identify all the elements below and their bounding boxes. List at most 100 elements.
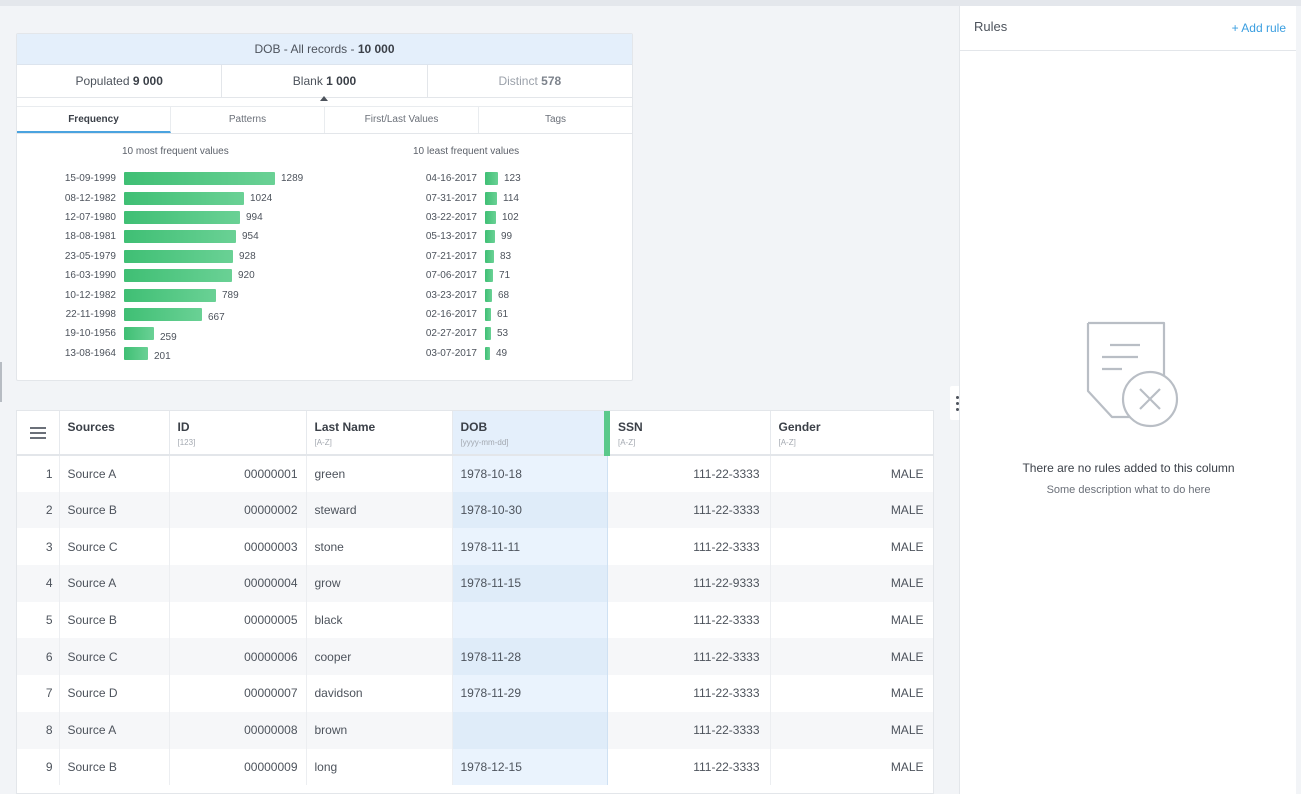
cell-source[interactable]: Source B [59, 601, 170, 639]
frequency-row[interactable]: 03-07-2017 49 [379, 344, 629, 363]
frequency-row[interactable]: 04-16-2017 123 [379, 169, 629, 188]
frequency-row[interactable]: 08-12-1982 1024 [17, 188, 317, 207]
row-number[interactable]: 4 [17, 565, 60, 602]
cell-last-name[interactable]: long [306, 748, 453, 786]
frequency-row[interactable]: 23-05-1979 928 [17, 247, 317, 266]
table-row[interactable]: 3 Source C 00000003 stone 1978-11-11 111-22-3… [17, 528, 933, 566]
frequency-row[interactable]: 22-11-1998 667 [17, 305, 317, 324]
cell-gender[interactable]: MALE [770, 638, 933, 676]
cell-dob[interactable]: 1978-11-11 [452, 528, 608, 566]
cell-source[interactable]: Source C [59, 528, 170, 566]
frequency-row[interactable]: 03-23-2017 68 [379, 285, 629, 304]
cell-last-name[interactable]: black [306, 601, 453, 639]
cell-id[interactable]: 00000004 [169, 565, 307, 602]
cell-gender[interactable]: MALE [770, 711, 933, 749]
cell-dob[interactable]: 1978-11-29 [452, 675, 608, 712]
cell-ssn[interactable]: 111-22-3333 [607, 748, 771, 786]
frequency-row[interactable]: 05-13-2017 99 [379, 227, 629, 246]
cell-gender[interactable]: MALE [770, 565, 933, 602]
cell-source[interactable]: Source B [59, 491, 170, 529]
cell-ssn[interactable]: 111-22-9333 [607, 565, 771, 602]
table-row[interactable]: 7 Source D 00000007 davidson 1978-11-29 111-2… [17, 675, 933, 712]
table-row[interactable]: 1 Source A 00000001 green 1978-10-18 111-22-3… [17, 455, 933, 492]
tab-frequency[interactable]: Frequency [17, 107, 171, 133]
table-row[interactable]: 5 Source B 00000005 black 111-22-3333 MALE [17, 601, 933, 639]
cell-id[interactable]: 00000007 [169, 675, 307, 712]
cell-source[interactable]: Source C [59, 638, 170, 676]
cell-id[interactable]: 00000001 [169, 455, 307, 492]
stat-blank[interactable]: Blank 1 000 [222, 65, 428, 101]
row-number[interactable]: 1 [17, 455, 60, 492]
row-number[interactable]: 3 [17, 528, 60, 566]
cell-ssn[interactable]: 111-22-3333 [607, 675, 771, 712]
cell-last-name[interactable]: stone [306, 528, 453, 566]
cell-gender[interactable]: MALE [770, 675, 933, 712]
frequency-row[interactable]: 07-06-2017 71 [379, 266, 629, 285]
frequency-row[interactable]: 12-07-1980 994 [17, 208, 317, 227]
cell-id[interactable]: 00000006 [169, 638, 307, 676]
cell-last-name[interactable]: davidson [306, 675, 453, 712]
tab-tags[interactable]: Tags [479, 107, 632, 133]
frequency-row[interactable]: 07-31-2017 114 [379, 188, 629, 207]
cell-source[interactable]: Source A [59, 455, 170, 492]
cell-source[interactable]: Source A [59, 711, 170, 749]
column-header-sources[interactable]: Sources [59, 411, 170, 456]
frequency-row[interactable]: 02-27-2017 53 [379, 324, 629, 343]
cell-ssn[interactable]: 111-22-3333 [607, 528, 771, 566]
column-header-dob[interactable]: DOB [yyyy-mm-dd] [452, 411, 608, 456]
row-number[interactable]: 8 [17, 711, 60, 749]
column-header-id[interactable]: ID [123] [169, 411, 307, 456]
cell-gender[interactable]: MALE [770, 748, 933, 786]
cell-dob[interactable]: 1978-10-18 [452, 455, 608, 492]
add-rule-button[interactable]: + Add rule [1232, 21, 1286, 50]
cell-gender[interactable]: MALE [770, 601, 933, 639]
row-number[interactable]: 9 [17, 748, 60, 786]
cell-gender[interactable]: MALE [770, 528, 933, 566]
tab-patterns[interactable]: Patterns [171, 107, 325, 133]
cell-id[interactable]: 00000008 [169, 711, 307, 749]
table-menu-button[interactable] [17, 411, 60, 456]
row-number[interactable]: 5 [17, 601, 60, 639]
stat-distinct[interactable]: Distinct 578 [428, 65, 632, 97]
cell-dob[interactable] [452, 711, 608, 749]
frequency-row[interactable]: 16-03-1990 920 [17, 266, 317, 285]
cell-gender[interactable]: MALE [770, 455, 933, 492]
cell-last-name[interactable]: green [306, 455, 453, 492]
row-number[interactable]: 6 [17, 638, 60, 676]
cell-ssn[interactable]: 111-22-3333 [607, 638, 771, 676]
cell-id[interactable]: 00000002 [169, 491, 307, 529]
frequency-row[interactable]: 07-21-2017 83 [379, 247, 629, 266]
left-edge-handle[interactable] [0, 362, 2, 402]
cell-ssn[interactable]: 111-22-3333 [607, 455, 771, 492]
tab-first-last-values[interactable]: First/Last Values [325, 107, 479, 133]
frequency-row[interactable]: 19-10-1956 259 [17, 324, 317, 343]
column-header-ssn[interactable]: SSN [A-Z] [604, 411, 771, 456]
cell-last-name[interactable]: grow [306, 565, 453, 602]
cell-dob[interactable]: 1978-10-30 [452, 491, 608, 529]
cell-ssn[interactable]: 111-22-3333 [607, 601, 771, 639]
column-header-gender[interactable]: Gender [A-Z] [770, 411, 933, 456]
frequency-row[interactable]: 15-09-1999 1289 [17, 169, 317, 188]
cell-last-name[interactable]: steward [306, 491, 453, 529]
cell-source[interactable]: Source B [59, 748, 170, 786]
cell-dob[interactable] [452, 601, 608, 639]
cell-last-name[interactable]: brown [306, 711, 453, 749]
cell-dob[interactable]: 1978-11-28 [452, 638, 608, 676]
stat-populated[interactable]: Populated 9 000 [17, 65, 223, 97]
table-row[interactable]: 4 Source A 00000004 grow 1978-11-15 111-22-93… [17, 565, 933, 602]
frequency-row[interactable]: 03-22-2017 102 [379, 208, 629, 227]
column-header-last-name[interactable]: Last Name [A-Z] [306, 411, 453, 456]
cell-gender[interactable]: MALE [770, 491, 933, 529]
cell-dob[interactable]: 1978-11-15 [452, 565, 608, 602]
cell-id[interactable]: 00000005 [169, 601, 307, 639]
frequency-row[interactable]: 10-12-1982 789 [17, 285, 317, 304]
cell-ssn[interactable]: 111-22-3333 [607, 711, 771, 749]
frequency-row[interactable]: 18-08-1981 954 [17, 227, 317, 246]
cell-source[interactable]: Source A [59, 565, 170, 602]
cell-dob[interactable]: 1978-12-15 [452, 748, 608, 786]
table-row[interactable]: 6 Source C 00000006 cooper 1978-11-28 111-22-… [17, 638, 933, 676]
table-row[interactable]: 9 Source B 00000009 long 1978-12-15 111-22-33… [17, 748, 933, 786]
cell-source[interactable]: Source D [59, 675, 170, 712]
table-row[interactable]: 2 Source B 00000002 steward 1978-10-30 111-22… [17, 491, 933, 529]
cell-id[interactable]: 00000009 [169, 748, 307, 786]
